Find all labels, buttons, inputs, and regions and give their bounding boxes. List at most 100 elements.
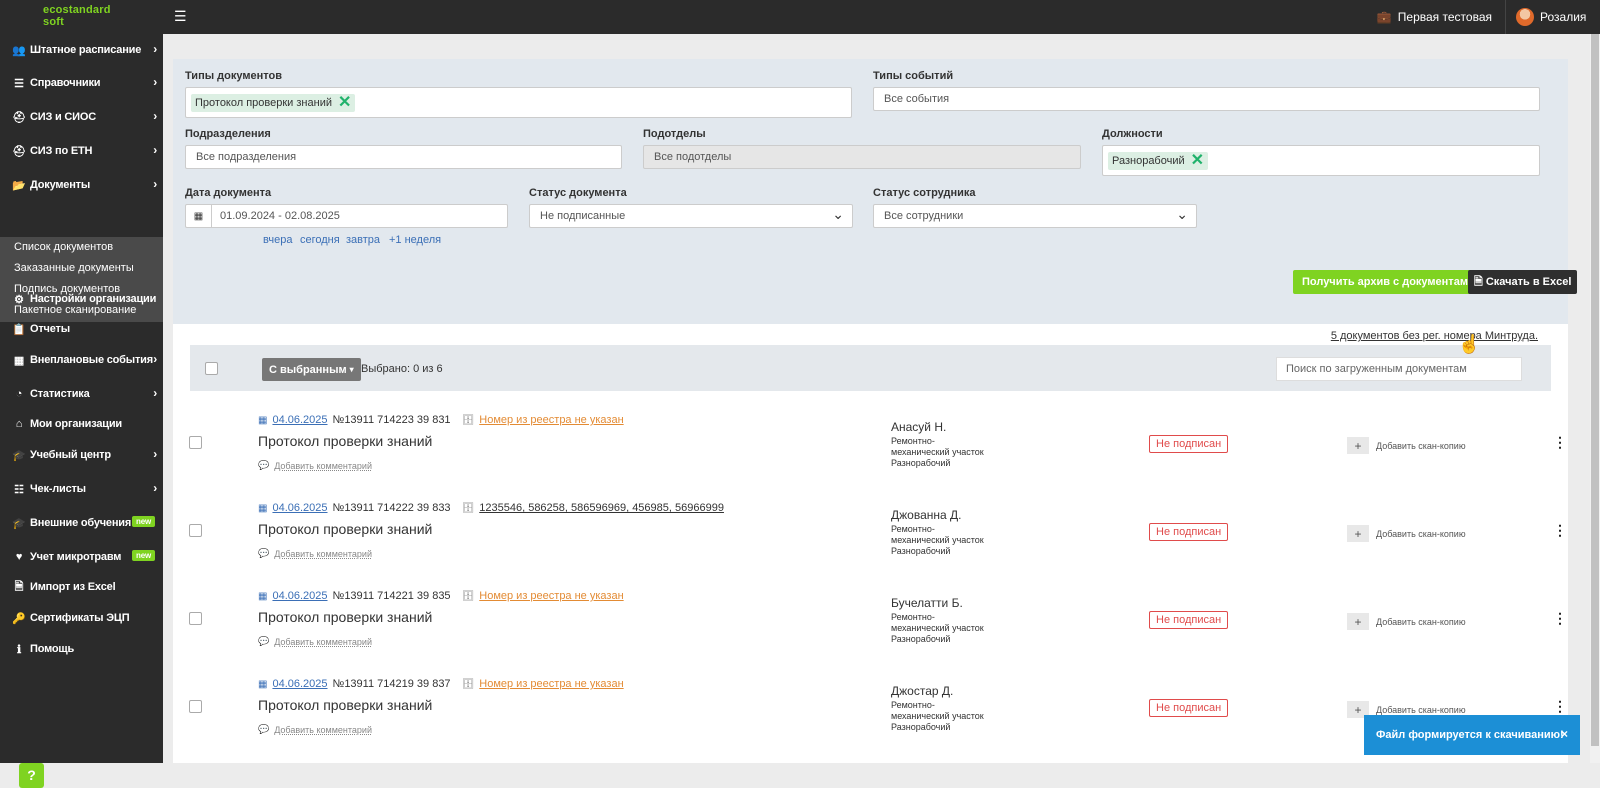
add-scan-button[interactable]: + Добавить скан-копию (1347, 613, 1466, 630)
organization-switcher[interactable]: 💼 Первая тестовая (1377, 0, 1492, 34)
remove-tag-icon[interactable]: ✕ (338, 94, 351, 110)
sidebar-item[interactable]: 👥 Штатное расписание › (0, 34, 163, 66)
get-archive-button[interactable]: Получить архив с документами 6 (1293, 270, 1493, 294)
doc-status-select[interactable]: Не подписанные (529, 204, 853, 228)
add-scan-button[interactable]: + Добавить скан-копию (1347, 437, 1466, 454)
sidebar-item[interactable]: ◔ Статистика › (0, 378, 163, 410)
doc-date-label: Дата документа (185, 187, 272, 199)
add-comment-link[interactable]: 💬 Добавить комментарий (258, 724, 372, 735)
hamburger-menu-icon[interactable]: ☰ (174, 8, 187, 25)
more-options-icon[interactable]: ⋮ (1553, 434, 1567, 451)
employee-info: Анасуй Н. Ремонтно-механический участок … (891, 420, 991, 469)
more-options-icon[interactable]: ⋮ (1553, 698, 1567, 715)
helmet-icon: ⛑ (12, 145, 26, 158)
sidebar-item[interactable]: ☰ Справочники › (0, 67, 163, 99)
more-options-icon[interactable]: ⋮ (1553, 522, 1567, 539)
sidebar-item[interactable]: 📋 Отчеты (0, 313, 163, 345)
sidebar-item-label: Сертификаты ЭЦП (30, 612, 130, 624)
doc-title[interactable]: Протокол проверки знаний (258, 521, 432, 537)
emp-status-select[interactable]: Все сотрудники (873, 204, 1197, 228)
calendar-icon: ▦ (258, 414, 268, 426)
status-badge: Не подписан (1149, 523, 1229, 541)
add-comment-link[interactable]: 💬 Добавить комментарий (258, 636, 372, 647)
row-checkbox[interactable] (189, 436, 202, 449)
row-checkbox[interactable] (189, 612, 202, 625)
search-input[interactable]: Поиск по загруженным документам (1276, 357, 1522, 381)
scrollbar-thumb[interactable] (1591, 34, 1599, 746)
doc-meta: ▦ 04.06.2025 №13911 714221 39 835 🗄 Номе… (258, 590, 624, 602)
sidebar-item[interactable]: ℹ Помощь (0, 633, 163, 665)
quick-date-tomorrow[interactable]: завтра (346, 234, 380, 246)
doc-date-input[interactable]: ▦ 01.09.2024 - 02.08.2025 (185, 204, 508, 228)
more-options-icon[interactable]: ⋮ (1553, 610, 1567, 627)
sidebar-item[interactable]: 🔑 Сертификаты ЭЦП (0, 602, 163, 634)
plus-icon: + (1347, 437, 1369, 454)
calendar-icon[interactable]: ▦ (186, 205, 212, 227)
logo[interactable]: ecostandard soft (43, 4, 111, 28)
sidebar-item[interactable]: ⌂ Мои организации (0, 408, 163, 440)
employee-department: Ремонтно-механический участок (891, 612, 984, 633)
sidebar-item[interactable]: 📂 Документы › (0, 169, 163, 201)
add-comment-link[interactable]: 💬 Добавить комментарий (258, 548, 372, 559)
quick-date-today[interactable]: сегодня (300, 234, 340, 246)
doc-title[interactable]: Протокол проверки знаний (258, 697, 432, 713)
scrollbar[interactable] (1590, 34, 1600, 763)
doc-date-link[interactable]: 04.06.2025 (272, 678, 327, 690)
sidebar-item[interactable]: ⛑ СИЗ по ЕТН › (0, 135, 163, 167)
close-icon[interactable]: × (1561, 727, 1568, 741)
select-all-checkbox[interactable] (205, 362, 218, 375)
sidebar-item[interactable]: ⚙ Настройки организации (0, 283, 163, 315)
sidebar-item[interactable]: ☷ Чек-листы › (0, 473, 163, 505)
registry-number-link[interactable]: Номер из реестра не указан (479, 678, 623, 690)
submenu-item-ordered-docs[interactable]: Заказанные документы (14, 262, 134, 274)
comments-icon: 💬 (258, 724, 270, 734)
download-excel-button[interactable]: 🗎 Скачать в Excel (1468, 270, 1578, 294)
departments-label: Подразделения (185, 128, 271, 140)
document-row: ▦ 04.06.2025 №13911 714222 39 833 🗄 1235… (173, 490, 1568, 578)
add-scan-button[interactable]: + Добавить скан-копию (1347, 525, 1466, 542)
doc-date-link[interactable]: 04.06.2025 (272, 590, 327, 602)
row-checkbox[interactable] (189, 700, 202, 713)
registry-number-link[interactable]: Номер из реестра не указан (479, 590, 623, 602)
employee-position: Разнорабочий (891, 546, 951, 556)
file-icon: 🗎 (1474, 275, 1483, 288)
selected-count: Выбрано: 0 из 6 (361, 363, 443, 375)
submenu-item-doc-list[interactable]: Список документов (14, 241, 113, 253)
file-excel-icon: 🗎 (14, 580, 24, 593)
positions-select[interactable]: Разнорабочий ✕ (1102, 145, 1540, 176)
departments-select[interactable]: Все подразделения (185, 145, 622, 169)
doc-date-link[interactable]: 04.06.2025 (272, 502, 327, 514)
doc-title[interactable]: Протокол проверки знаний (258, 433, 432, 449)
doc-date-link[interactable]: 04.06.2025 (272, 414, 327, 426)
sidebar-item-label: СИЗ и СИОС (30, 111, 96, 123)
user-menu[interactable]: Розалия (1516, 0, 1586, 34)
row-checkbox[interactable] (189, 524, 202, 537)
doc-title[interactable]: Протокол проверки знаний (258, 609, 432, 625)
quick-date-plus-week[interactable]: +1 неделя (389, 234, 441, 246)
registry-number-link[interactable]: 1235546, 586258, 586596969, 456985, 5696… (479, 502, 724, 514)
chevron-right-icon: › (153, 352, 157, 366)
info-icon: ℹ (17, 643, 21, 656)
sidebar-item[interactable]: 🎓 Учебный центр › (0, 439, 163, 471)
document-row: ▦ 04.06.2025 №13911 714219 39 837 🗄 Номе… (173, 666, 1568, 754)
event-types-select[interactable]: Все события (873, 87, 1540, 111)
sidebar-item[interactable]: ⛑ СИЗ и СИОС › (0, 101, 163, 133)
remove-tag-icon[interactable]: ✕ (1191, 152, 1204, 168)
sidebar-item[interactable]: ▦ Внеплановые события › (0, 344, 163, 376)
registry-number-link[interactable]: Номер из реестра не указан (479, 414, 623, 426)
doc-number: №13911 714222 39 833 (332, 502, 451, 514)
gear-icon: ⚙ (14, 293, 24, 306)
sidebar-item[interactable]: ♥ Учет микротравм new (0, 541, 163, 573)
with-selected-dropdown[interactable]: С выбранным ▾ (262, 358, 361, 381)
doc-meta: ▦ 04.06.2025 №13911 714223 39 831 🗄 Номе… (258, 414, 624, 426)
sidebar-item[interactable]: 🎓 Внешние обучения new (0, 507, 163, 539)
add-comment-link[interactable]: 💬 Добавить комментарий (258, 460, 372, 471)
sidebar-item[interactable]: 🗎 Импорт из Excel (0, 571, 163, 603)
help-button[interactable]: ? (19, 763, 44, 788)
doc-types-select[interactable]: Протокол проверки знаний ✕ (185, 87, 852, 118)
avatar (1516, 8, 1534, 26)
employee-position: Разнорабочий (891, 722, 951, 732)
comments-icon: 💬 (258, 636, 270, 646)
mintrud-missing-link[interactable]: 5 документов без рег. номера Минтруда. (1331, 330, 1538, 342)
quick-date-yesterday[interactable]: вчера (263, 234, 292, 246)
